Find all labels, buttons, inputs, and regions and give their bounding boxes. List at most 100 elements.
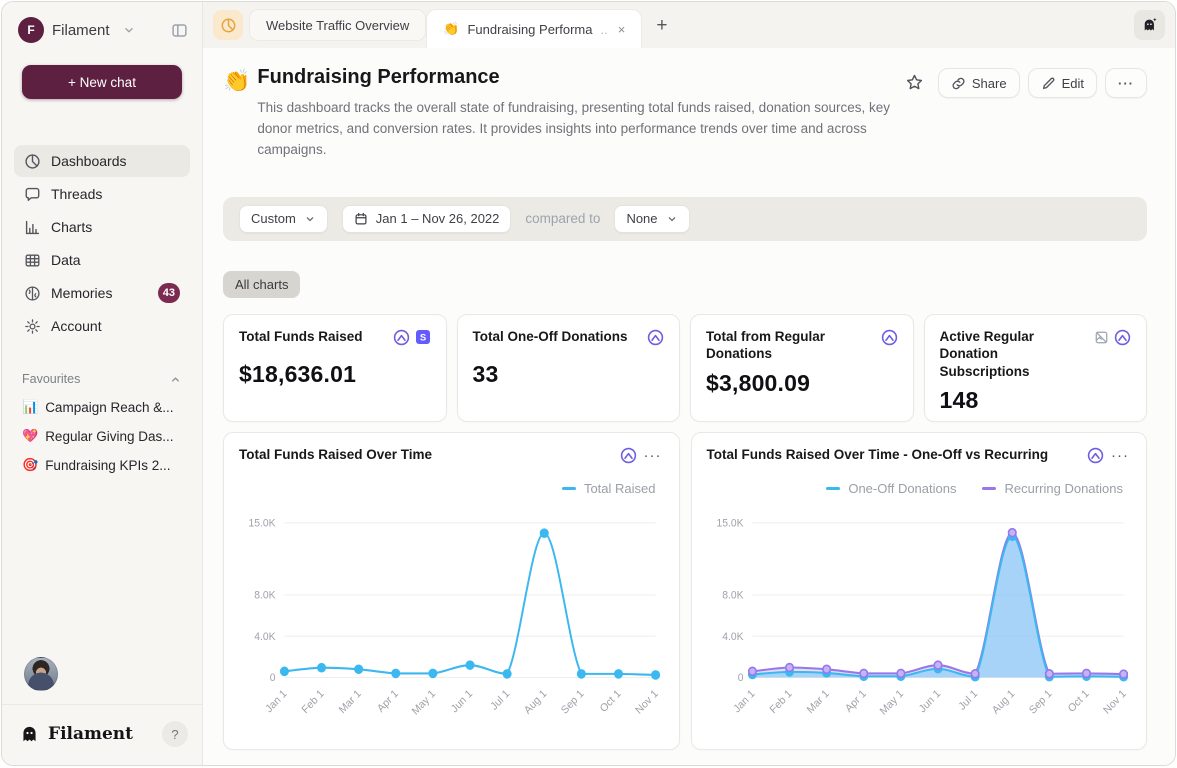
close-tab-icon[interactable]: × (618, 22, 626, 37)
main-area: Website Traffic Overview 👏 Fundraising P… (203, 2, 1175, 765)
legend-dash (826, 487, 840, 490)
favourite-item-fundraising-kpis[interactable]: 🎯 Fundraising KPIs 2... (22, 457, 182, 473)
bar-chart-icon (24, 219, 41, 236)
sidebar-toggle-icon[interactable] (171, 22, 188, 39)
compared-to-label: compared to (525, 211, 600, 226)
bar-chart-emoji-icon: 📊 (22, 399, 38, 415)
svg-text:Jun 1: Jun 1 (449, 687, 475, 715)
chevron-up-icon[interactable] (169, 373, 182, 386)
sidebar-item-data[interactable]: Data (14, 244, 190, 276)
status-circle-icon[interactable] (1114, 329, 1131, 346)
status-circle-icon[interactable] (881, 329, 898, 346)
workspace-switcher[interactable]: F Filament (2, 2, 202, 51)
line-chart-svg[interactable]: 04.0K8.0K15.0KJan 1Feb 1Mar 1Apr 1May 1J… (239, 500, 664, 736)
status-circle-icon[interactable] (647, 329, 664, 346)
share-label: Share (972, 76, 1007, 91)
sidebar-item-label: Data (51, 252, 81, 268)
tab-label: Website Traffic Overview (266, 18, 409, 33)
status-circle-icon[interactable] (620, 447, 637, 464)
area-chart-svg[interactable]: 04.0K8.0K15.0KJan 1Feb 1Mar 1Apr 1May 1J… (707, 500, 1132, 736)
svg-text:Apr 1: Apr 1 (843, 687, 869, 714)
svg-text:Oct 1: Oct 1 (1065, 687, 1091, 714)
brand-wordmark: Filament (48, 724, 133, 744)
svg-text:Nov 1: Nov 1 (633, 687, 660, 716)
sidebar-item-dashboards[interactable]: Dashboards (14, 145, 190, 177)
sidebar-nav: Dashboards Threads Charts Data Memories … (14, 145, 190, 342)
date-range-type-dropdown[interactable]: Custom (239, 205, 328, 233)
svg-text:Sep 1: Sep 1 (559, 687, 586, 716)
all-charts-filter-chip[interactable]: All charts (223, 271, 300, 298)
home-dashboard-button[interactable] (213, 10, 243, 40)
card-icons: S (393, 328, 431, 346)
svg-text:Aug 1: Aug 1 (989, 687, 1016, 716)
clap-emoji-icon: 👏 (223, 66, 257, 94)
chart-card-one-off-vs-recurring: Total Funds Raised Over Time - One-Off v… (691, 432, 1148, 750)
favourite-item-regular-giving[interactable]: 💖 Regular Giving Das... (22, 428, 182, 444)
svg-text:8.0K: 8.0K (722, 589, 743, 601)
chart-card-total-funds-over-time: Total Funds Raised Over Time ··· Total R… (223, 432, 680, 750)
kpi-value: 33 (473, 361, 665, 388)
svg-text:0: 0 (737, 672, 743, 684)
ghost-screenshot-button[interactable] (1134, 10, 1165, 40)
kpi-card-total-funds-raised: Total Funds Raised S $18,636.01 (223, 314, 447, 422)
svg-text:15.0K: 15.0K (248, 517, 275, 529)
compare-dropdown[interactable]: None (614, 205, 689, 233)
kpi-value: $18,636.01 (239, 361, 431, 388)
sidebar-item-label: Threads (51, 186, 102, 202)
card-icons (881, 328, 898, 346)
chart-more-button[interactable]: ··· (1109, 448, 1131, 463)
star-icon[interactable] (899, 68, 930, 97)
sidebar-item-label: Charts (51, 219, 92, 235)
svg-text:May 1: May 1 (877, 687, 905, 717)
svg-text:Apr 1: Apr 1 (375, 687, 401, 714)
chart-legend: One-Off Donations Recurring Donations (707, 481, 1132, 496)
workspace-avatar: F (18, 17, 44, 43)
svg-text:Oct 1: Oct 1 (598, 687, 624, 714)
sidebar-item-threads[interactable]: Threads (14, 178, 190, 210)
svg-text:Jun 1: Jun 1 (916, 687, 942, 715)
kpi-row: Total Funds Raised S $18,636.01 Total On… (223, 314, 1147, 422)
target-emoji-icon: 🎯 (22, 457, 38, 473)
tab-fundraising-performance[interactable]: 👏 Fundraising Performa.. × (426, 9, 642, 48)
svg-text:8.0K: 8.0K (254, 589, 275, 601)
legend-item[interactable]: Total Raised (562, 481, 656, 496)
chart-more-button[interactable]: ··· (642, 448, 664, 463)
kpi-value: $3,800.09 (706, 370, 898, 397)
legend-dash (562, 487, 576, 490)
legend-label: One-Off Donations (848, 481, 956, 496)
legend-item[interactable]: One-Off Donations (826, 481, 956, 496)
sidebar-item-label: Account (51, 318, 102, 334)
pencil-icon (1041, 76, 1056, 91)
sidebar-item-charts[interactable]: Charts (14, 211, 190, 243)
favourites-section: Favourites 📊 Campaign Reach &... 💖 Regul… (22, 372, 182, 473)
date-range-value: Jan 1 – Nov 26, 2022 (376, 211, 500, 226)
status-circle-icon[interactable] (393, 329, 410, 346)
edit-button[interactable]: Edit (1028, 68, 1097, 98)
brain-icon (24, 285, 41, 302)
new-tab-button[interactable]: + (656, 16, 667, 35)
favourite-item-campaign-reach[interactable]: 📊 Campaign Reach &... (22, 399, 182, 415)
sidebar-item-label: Dashboards (51, 153, 127, 169)
svg-text:Feb 1: Feb 1 (767, 687, 794, 716)
chat-bubble-icon (24, 186, 41, 203)
sidebar-item-label: Memories (51, 285, 112, 301)
user-avatar[interactable] (24, 657, 58, 691)
sidebar-item-account[interactable]: Account (14, 310, 190, 342)
clap-emoji-icon: 👏 (443, 21, 459, 37)
help-button[interactable]: ? (162, 721, 188, 747)
kpi-card-total-regular-donations: Total from Regular Donations $3,800.09 (690, 314, 914, 422)
status-circle-icon[interactable] (1087, 447, 1104, 464)
date-range-picker[interactable]: Jan 1 – Nov 26, 2022 (342, 205, 512, 233)
no-image-icon (1094, 330, 1109, 345)
legend-item[interactable]: Recurring Donations (982, 481, 1123, 496)
new-chat-button[interactable]: + New chat (22, 65, 182, 99)
kpi-title: Total One-Off Donations (473, 328, 634, 346)
tab-website-traffic-overview[interactable]: Website Traffic Overview (249, 9, 426, 41)
more-options-button[interactable]: ··· (1105, 68, 1147, 98)
share-button[interactable]: Share (938, 68, 1020, 98)
edit-label: Edit (1062, 76, 1084, 91)
stripe-icon: S (415, 329, 431, 345)
sidebar-item-memories[interactable]: Memories 43 (14, 277, 190, 309)
favourite-item-label: Regular Giving Das... (45, 429, 173, 444)
page-description: This dashboard tracks the overall state … (257, 98, 898, 161)
